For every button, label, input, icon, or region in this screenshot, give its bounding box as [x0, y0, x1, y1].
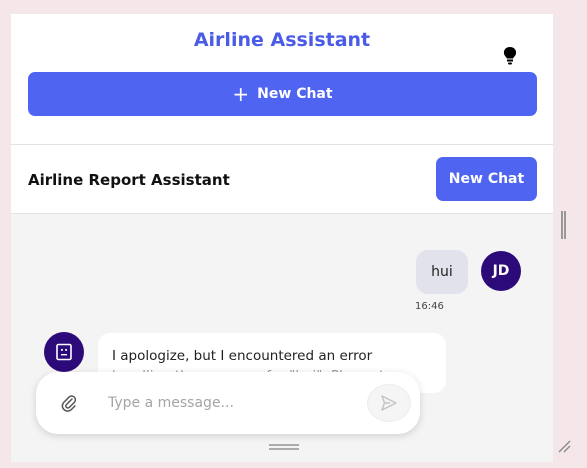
- robot-icon: [56, 343, 72, 361]
- bot-avatar: [44, 332, 84, 372]
- user-message-bubble: hui: [416, 250, 468, 294]
- chat-widget: Airline Assistant + New Chat Airline Rep…: [11, 14, 553, 462]
- drag-handle[interactable]: [269, 444, 299, 450]
- user-avatar: JD: [481, 251, 521, 291]
- new-chat-label: New Chat: [257, 86, 333, 102]
- message-list[interactable]: hui JD 16:46 I apologize, but I encounte…: [11, 214, 553, 462]
- divider: [11, 144, 553, 145]
- message-timestamp: 16:46: [415, 301, 444, 312]
- section-title: Airline Report Assistant: [28, 171, 230, 189]
- plus-icon: +: [232, 82, 250, 106]
- section-new-chat-button[interactable]: New Chat: [436, 157, 537, 201]
- new-chat-button[interactable]: + New Chat: [28, 72, 537, 116]
- scrollbar-handle[interactable]: [561, 211, 567, 239]
- send-icon: [381, 395, 397, 411]
- lightbulb-icon[interactable]: [502, 46, 518, 66]
- send-button[interactable]: [367, 384, 411, 422]
- app-title: Airline Assistant: [193, 29, 371, 51]
- assistant-message-line: I apologize, but I encountered an error: [112, 348, 373, 364]
- message-composer: [36, 372, 420, 434]
- paperclip-icon[interactable]: [61, 394, 77, 412]
- message-input[interactable]: [108, 390, 358, 416]
- resize-grip-icon[interactable]: [557, 439, 571, 453]
